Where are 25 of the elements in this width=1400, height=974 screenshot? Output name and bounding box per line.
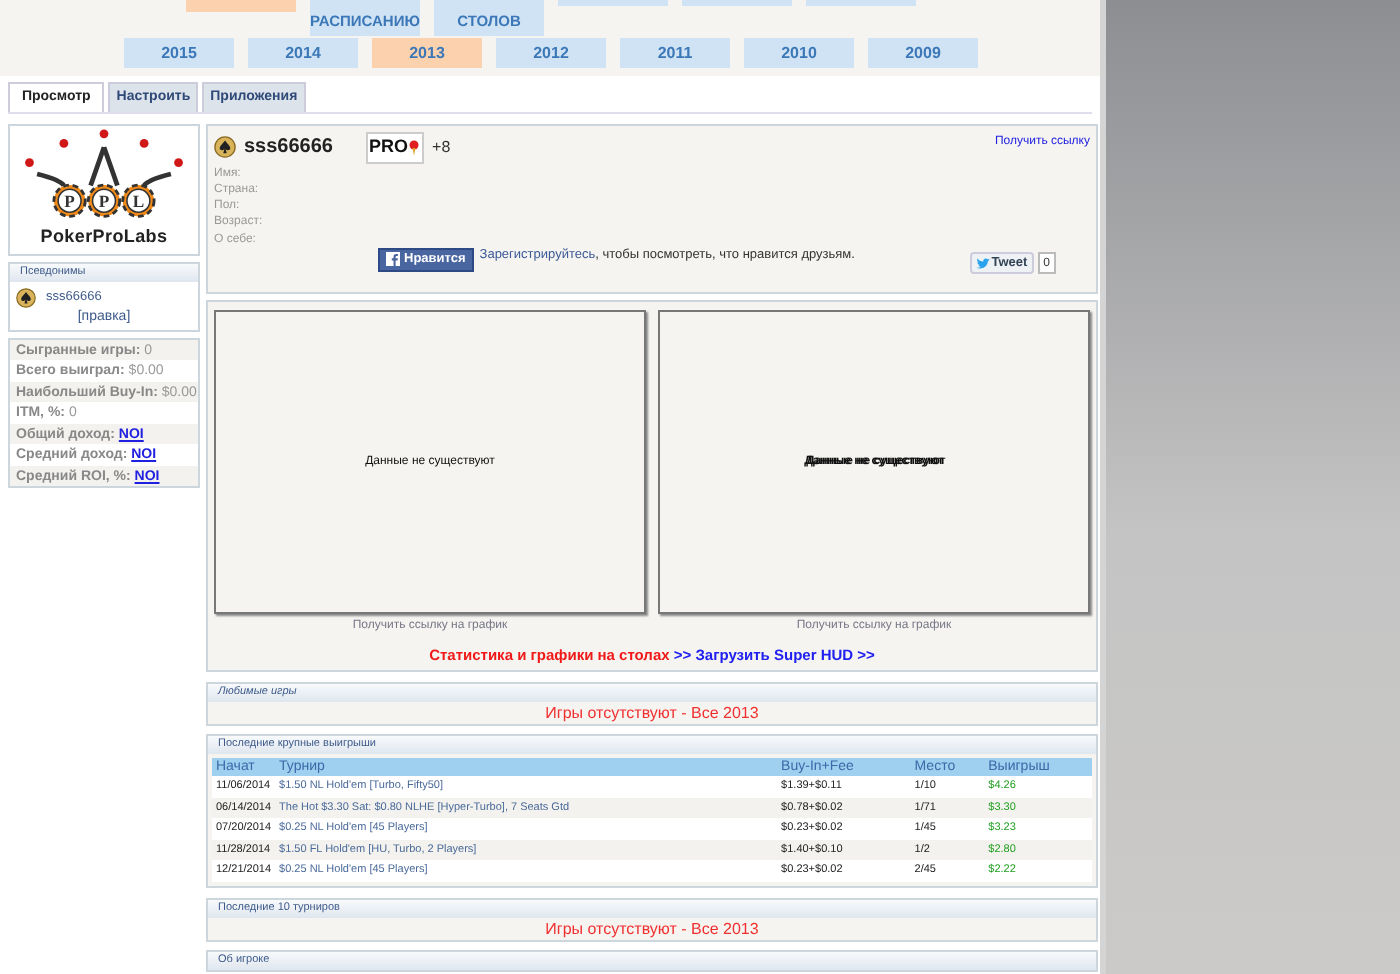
logo-letter: P <box>64 191 75 212</box>
score: +8 <box>432 135 451 160</box>
menu-tab[interactable] <box>806 0 916 6</box>
year-tab[interactable]: 2012 <box>496 38 606 68</box>
empty-message: Игры отсутствуют - Все 2013 <box>545 704 759 722</box>
logo-text: PokerProLabs <box>40 224 168 251</box>
pin-icon <box>408 139 421 156</box>
bird-icon <box>975 257 990 269</box>
empty-message: Игры отсутствуют - Все 2013 <box>545 919 759 937</box>
spade-coin-icon <box>16 288 36 308</box>
spade-coin-icon <box>214 136 236 159</box>
player-name: sss66666 <box>244 134 333 163</box>
menu-tab[interactable] <box>558 0 668 6</box>
year-tab[interactable]: 2011 <box>620 38 730 68</box>
year-tab[interactable]: 2010 <box>744 38 854 68</box>
facebook-icon <box>386 252 400 267</box>
logo-letter: L <box>132 191 145 212</box>
menu-tab[interactable] <box>682 0 792 6</box>
year-tab[interactable]: 2014 <box>248 38 358 68</box>
year-tab[interactable]: 2013 <box>372 38 482 68</box>
menu-tab[interactable] <box>186 0 296 12</box>
logo-letter: P <box>98 191 110 212</box>
year-tab[interactable]: 2015 <box>124 38 234 68</box>
year-tab[interactable]: 2009 <box>868 38 978 68</box>
badge-text: PRO <box>369 134 409 160</box>
